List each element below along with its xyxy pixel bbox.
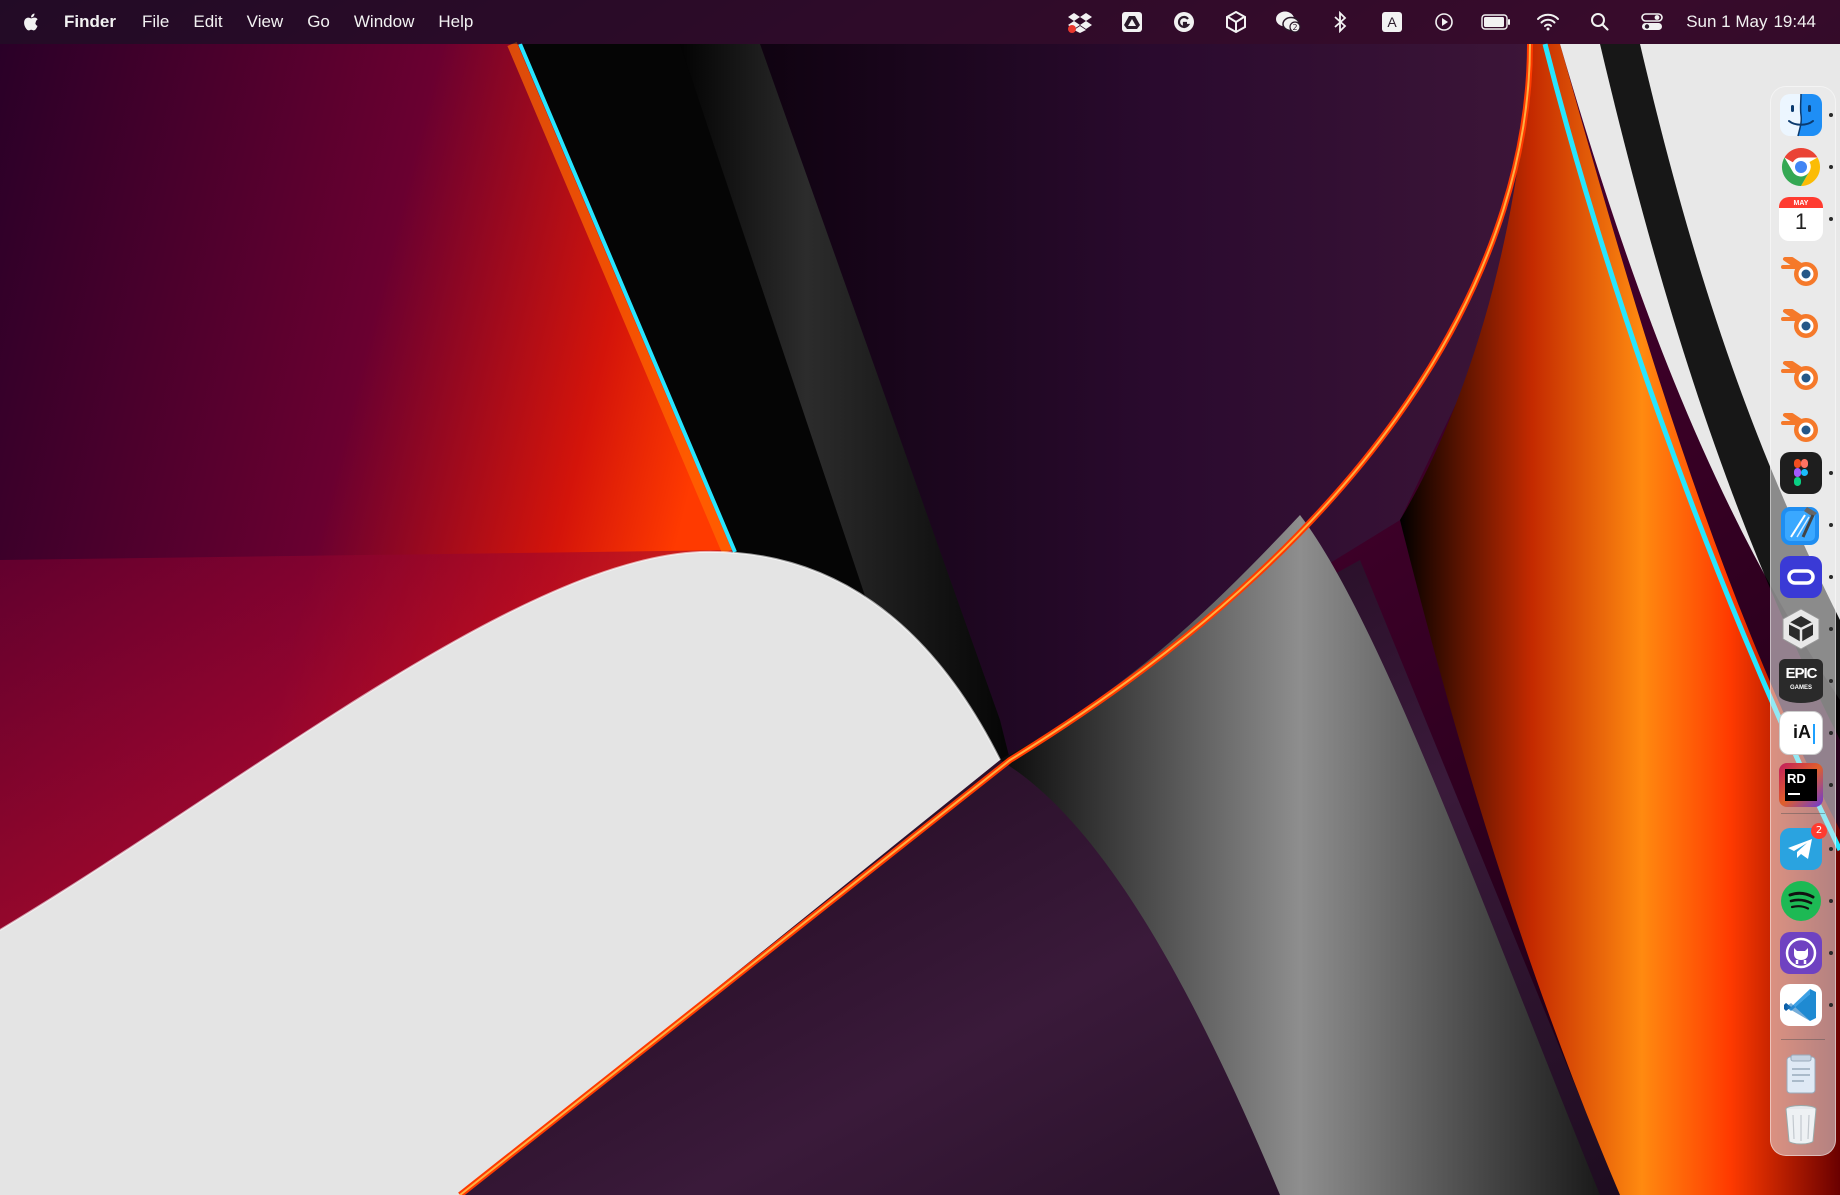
notification-badge: 2: [1811, 823, 1827, 839]
epic-label-bottom: GAMES: [1789, 685, 1812, 691]
dock-item-blender-4[interactable]: [1779, 405, 1823, 449]
dock-item-trash[interactable]: [1779, 1101, 1823, 1145]
dropbox-icon[interactable]: [1054, 0, 1106, 44]
menu-bar-left: Finder File Edit View Go Window Help: [0, 0, 485, 44]
figma-icon: [1780, 452, 1822, 494]
dock-item-downloads[interactable]: [1779, 1053, 1823, 1097]
vscode-icon: [1780, 984, 1822, 1026]
calendar-month: MAY: [1793, 200, 1809, 207]
running-indicator: [1829, 523, 1833, 527]
running-indicator: [1829, 783, 1833, 787]
blender-icon: [1781, 257, 1818, 286]
menu-file[interactable]: File: [130, 0, 181, 44]
rider-label: RD: [1787, 771, 1806, 786]
spotify-icon: [1781, 881, 1821, 921]
calendar-day: 1: [1794, 209, 1808, 234]
trash-icon: [1785, 1105, 1817, 1145]
blender-icon: [1781, 413, 1818, 442]
google-drive-icon[interactable]: [1106, 0, 1158, 44]
wechat-badge: 2: [1293, 23, 1298, 32]
dock-item-blender-1[interactable]: [1779, 249, 1823, 293]
battery-icon[interactable]: [1470, 0, 1522, 44]
running-indicator: [1829, 951, 1833, 955]
blender-icon: [1781, 361, 1818, 390]
unity-hub-icon[interactable]: [1210, 0, 1262, 44]
dock-item-ia-writer[interactable]: iA: [1779, 711, 1833, 755]
chrome-icon: [1781, 147, 1821, 187]
epic-label-top: EPIC: [1785, 665, 1817, 682]
grammarly-icon[interactable]: [1158, 0, 1210, 44]
running-indicator: [1829, 113, 1833, 117]
rider-icon: RD: [1779, 763, 1823, 807]
menu-go[interactable]: Go: [295, 0, 342, 44]
apple-logo-icon[interactable]: [0, 0, 64, 44]
running-indicator: [1829, 679, 1833, 683]
dock-item-blender-2[interactable]: [1779, 301, 1823, 345]
finder-icon: [1780, 93, 1822, 137]
dock-item-telegram[interactable]: 2: [1779, 823, 1833, 871]
ia-writer-label: iA: [1793, 722, 1811, 742]
desktop-wallpaper: [0, 0, 1840, 1195]
downloads-stack-icon: [1786, 1054, 1816, 1094]
dock-separator: [1781, 1039, 1825, 1040]
dock-item-figma[interactable]: [1779, 451, 1833, 495]
xcode-icon: [1781, 507, 1819, 545]
github-desktop-icon: [1780, 932, 1822, 974]
wechat-icon[interactable]: 2: [1262, 0, 1314, 44]
running-indicator: [1829, 471, 1833, 475]
dock-item-xcode[interactable]: [1779, 503, 1833, 547]
clock-date: Sun 1 May: [1686, 12, 1768, 31]
wifi-icon[interactable]: [1522, 0, 1574, 44]
clock-time: 19:44: [1773, 12, 1816, 31]
dock-item-epic-games[interactable]: EPIC GAMES: [1779, 659, 1833, 703]
input-source-label: A: [1388, 14, 1398, 30]
dock-separator: [1781, 813, 1825, 814]
dock-item-blender-3[interactable]: [1779, 353, 1823, 397]
menu-edit[interactable]: Edit: [181, 0, 234, 44]
running-indicator: [1829, 217, 1833, 221]
dock-item-spotify[interactable]: [1779, 879, 1833, 923]
menu-bar-status-area: 2 A Sun 1 May 19:44: [1054, 0, 1840, 44]
menu-help[interactable]: Help: [426, 0, 485, 44]
menu-bar: Finder File Edit View Go Window Help 2 A…: [0, 0, 1840, 44]
running-indicator: [1829, 1003, 1833, 1007]
running-indicator: [1829, 575, 1833, 579]
dock-item-calendar[interactable]: MAY 1: [1779, 197, 1833, 241]
input-source-icon[interactable]: A: [1366, 0, 1418, 44]
dock-item-vscode[interactable]: [1779, 983, 1833, 1027]
dock-item-chrome[interactable]: [1779, 145, 1833, 189]
menu-app-name[interactable]: Finder: [64, 0, 130, 44]
menu-window[interactable]: Window: [342, 0, 426, 44]
menu-view[interactable]: View: [235, 0, 296, 44]
menu-bar-clock[interactable]: Sun 1 May 19:44: [1678, 12, 1840, 32]
epic-games-icon: EPIC GAMES: [1779, 659, 1823, 703]
dock-item-github-desktop[interactable]: [1779, 931, 1833, 975]
running-indicator: [1829, 627, 1833, 631]
dock-item-unity-hub[interactable]: [1779, 607, 1833, 651]
ia-writer-icon: iA: [1779, 711, 1823, 755]
dock-item-rider[interactable]: RD: [1779, 763, 1833, 807]
dock-item-finder[interactable]: [1779, 93, 1833, 137]
unity-hub-icon: [1782, 608, 1820, 650]
calendar-icon: MAY 1: [1779, 197, 1823, 241]
bluetooth-icon[interactable]: [1314, 0, 1366, 44]
running-indicator: [1829, 899, 1833, 903]
oculus-icon: [1780, 556, 1822, 598]
now-playing-icon[interactable]: [1418, 0, 1470, 44]
blender-icon: [1781, 309, 1818, 338]
control-center-icon[interactable]: [1626, 0, 1678, 44]
running-indicator: [1829, 731, 1833, 735]
dock-item-oculus[interactable]: [1779, 555, 1833, 599]
running-indicator: [1829, 165, 1833, 169]
spotlight-search-icon[interactable]: [1574, 0, 1626, 44]
running-indicator: [1829, 847, 1833, 851]
dock: MAY 1 EPIC GAMES iA RD 2: [1770, 86, 1836, 1156]
